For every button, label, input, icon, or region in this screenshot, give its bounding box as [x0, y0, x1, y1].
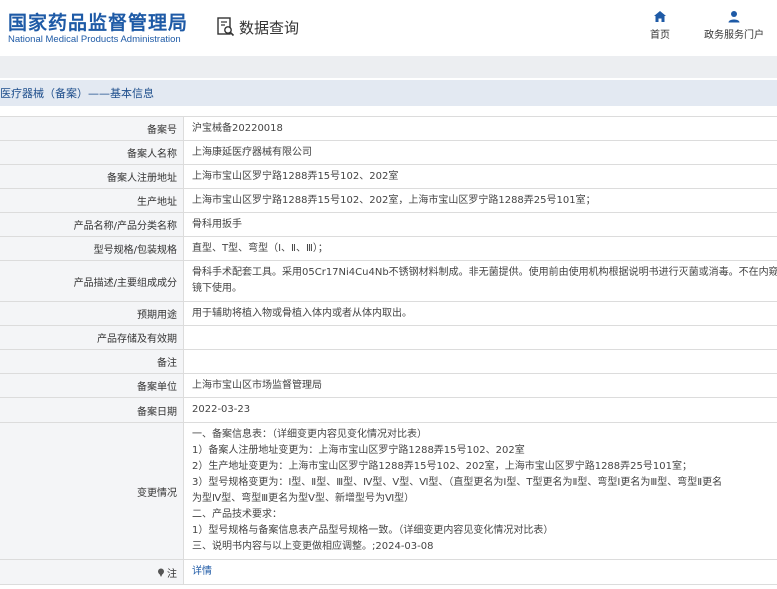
row-value: 上海康延医疗器械有限公司	[192, 146, 312, 158]
change-history: 一、备案信息表：（详细变更内容见变化情况对比表） 1）备案人注册地址变更为：上海…	[184, 423, 777, 559]
nav-service-portal[interactable]: 政务服务门户	[704, 10, 764, 41]
row-value: 骨科用扳手	[192, 218, 242, 230]
row-label: 变更情况	[0, 423, 184, 559]
row-value: 上海市宝山区罗宁路1288弄15号102、202室，上海市宝山区罗宁路1288弄…	[192, 194, 596, 206]
row-value: 直型、T型、弯型（Ⅰ、Ⅱ、Ⅲ）；	[192, 242, 328, 254]
row-value: 详情	[184, 560, 777, 584]
row-label: 备案日期	[0, 398, 184, 422]
home-icon	[654, 11, 666, 22]
row-label: 注	[167, 568, 177, 580]
row-value-line: 镜下使用。	[192, 283, 242, 294]
row-label: 产品存储及有效期	[0, 326, 184, 349]
change-line: 3）型号规格变更为：Ⅰ型、Ⅱ型、Ⅲ型、Ⅳ型、Ⅴ型、Ⅵ型、（直型更名为Ⅰ型、T型更…	[192, 477, 723, 488]
change-line: 2）生产地址变更为：上海市宝山区罗宁路1288弄15号102、202室，上海市宝…	[192, 461, 692, 472]
row-label: 预期用途	[0, 302, 184, 325]
section-title: 医疗器械（备案）——基本信息	[0, 87, 154, 100]
change-line: 为型Ⅳ型、弯型Ⅲ更名为型Ⅴ型、新增型号为Ⅵ型）	[192, 493, 415, 504]
site-logo-subtitle: National Medical Products Administration	[8, 34, 181, 45]
change-line: 一、备案信息表：（详细变更内容见变化情况对比表）	[192, 429, 427, 440]
row-value: 用于辅助将植入物或骨植入体内或者从体内取出。	[192, 307, 412, 319]
table-row: 预期用途 用于辅助将植入物或骨植入体内或者从体内取出。	[0, 302, 777, 326]
table-row: 备案单位 上海市宝山区市场监督管理局	[0, 374, 777, 398]
table-row: 备注	[0, 350, 777, 374]
row-label: 备案人名称	[0, 141, 184, 164]
row-label: 产品描述/主要组成成分	[0, 261, 184, 301]
table-row: 产品名称/产品分类名称 骨科用扳手	[0, 213, 777, 237]
table-row: 备案号 沪宝械备20220018	[0, 117, 777, 141]
header-divider	[0, 56, 777, 78]
change-line: 1）型号规格与备案信息表产品型号规格一致。（详细变更内容见变化情况对比表）	[192, 525, 554, 536]
data-query-title: 数据查询	[217, 15, 299, 39]
nav-home[interactable]: 首页	[650, 10, 670, 41]
row-value: 沪宝械备20220018	[192, 122, 283, 134]
row-label: 备注	[0, 350, 184, 373]
details-link[interactable]: 详情	[192, 564, 212, 580]
site-logo-title[interactable]: 国家药品监督管理局	[8, 8, 188, 35]
data-query-label: 数据查询	[239, 18, 300, 37]
row-value: 上海市宝山区市场监督管理局	[192, 379, 322, 391]
row-label-note: 注	[0, 560, 184, 584]
site-header: 国家药品监督管理局 National Medical Products Admi…	[0, 0, 777, 56]
document-search-icon	[217, 17, 235, 37]
row-value-line: 骨科手术配套工具。采用05Cr17Ni4Cu4Nb不锈钢材料制成。非无菌提供。使…	[192, 267, 777, 278]
row-label: 生产地址	[0, 189, 184, 212]
table-row: 生产地址 上海市宝山区罗宁路1288弄15号102、202室，上海市宝山区罗宁路…	[0, 189, 777, 213]
row-label: 备案号	[0, 117, 184, 140]
pin-icon	[158, 568, 164, 577]
nav-home-label: 首页	[650, 30, 670, 41]
table-row: 备案人名称 上海康延医疗器械有限公司	[0, 141, 777, 165]
row-value: 上海市宝山区罗宁路1288弄15号102、202室	[192, 170, 399, 182]
row-value	[184, 326, 777, 349]
row-value: 骨科手术配套工具。采用05Cr17Ni4Cu4Nb不锈钢材料制成。非无菌提供。使…	[184, 261, 777, 301]
row-label: 产品名称/产品分类名称	[0, 213, 184, 236]
row-value: 2022-03-23	[192, 404, 251, 415]
change-line: 二、产品技术要求：	[192, 509, 282, 520]
table-row: 备案日期 2022-03-23	[0, 398, 777, 423]
section-header: 医疗器械（备案）——基本信息	[0, 80, 777, 106]
table-row: 型号规格/包装规格 直型、T型、弯型（Ⅰ、Ⅱ、Ⅲ）；	[0, 237, 777, 261]
table-row: 变更情况 一、备案信息表：（详细变更内容见变化情况对比表） 1）备案人注册地址变…	[0, 423, 777, 560]
detail-table: 备案号 沪宝械备20220018 备案人名称 上海康延医疗器械有限公司 备案人注…	[0, 116, 777, 585]
change-line: 1）备案人注册地址变更为：上海市宝山区罗宁路1288弄15号102、202室	[192, 445, 525, 456]
table-row: 产品描述/主要组成成分 骨科手术配套工具。采用05Cr17Ni4Cu4Nb不锈钢…	[0, 261, 777, 302]
row-value	[184, 350, 777, 373]
table-row: 备案人注册地址 上海市宝山区罗宁路1288弄15号102、202室	[0, 165, 777, 189]
table-row: 产品存储及有效期	[0, 326, 777, 350]
user-icon	[728, 11, 740, 23]
change-line: 三、说明书内容与以上变更做相应调整。;2024-03-08	[192, 541, 434, 552]
row-label: 型号规格/包装规格	[0, 237, 184, 260]
row-label: 备案人注册地址	[0, 165, 184, 188]
table-row: 注 详情	[0, 560, 777, 585]
nav-service-portal-label: 政务服务门户	[704, 30, 764, 41]
row-label: 备案单位	[0, 374, 184, 397]
